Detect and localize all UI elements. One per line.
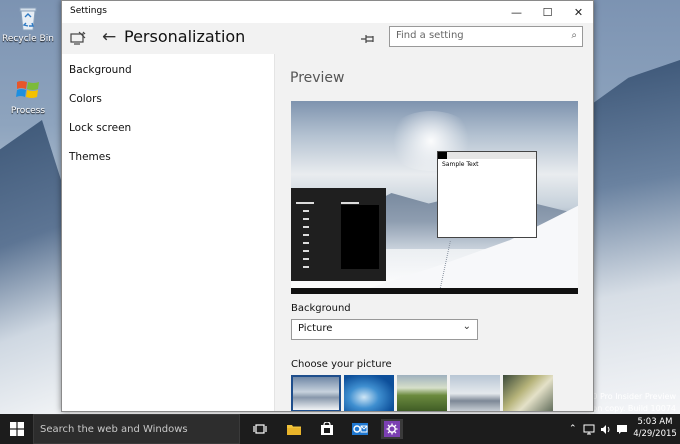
- sidebar-item-lock-screen[interactable]: Lock screen: [69, 122, 131, 134]
- title-bar[interactable]: Settings — ☐ ✕: [62, 1, 593, 23]
- sidebar-item-colors[interactable]: Colors: [69, 93, 102, 105]
- preview-sample-text: Sample Text: [442, 161, 479, 168]
- settings-taskbar-icon[interactable]: [381, 419, 403, 439]
- back-arrow-icon[interactable]: ←: [102, 27, 116, 47]
- preview-menu-line: [303, 234, 309, 236]
- background-dropdown[interactable]: Picture ⌄: [291, 319, 478, 340]
- tray-chevron-icon[interactable]: ⌃: [569, 414, 577, 444]
- picture-thumbnail-selected[interactable]: [291, 375, 341, 411]
- sidebar-item-themes[interactable]: Themes: [69, 151, 111, 163]
- preview-menu-line: [303, 210, 309, 212]
- picture-thumbnail[interactable]: [397, 375, 447, 411]
- wallpaper-mountain-right: [594, 60, 680, 414]
- preview-menu-line: [303, 218, 309, 220]
- sidebar-item-background[interactable]: Background: [69, 64, 132, 76]
- settings-sidebar: Background Colors Lock screen Themes: [62, 54, 275, 411]
- search-icon[interactable]: ⌕: [571, 30, 577, 41]
- settings-header: ← Personalization Find a setting ⌕: [62, 23, 593, 54]
- outlook-icon[interactable]: [350, 419, 370, 439]
- preview-menu-line: [303, 250, 309, 252]
- clock-time: 5:03 AM: [637, 417, 673, 427]
- preview-menu-line: [296, 202, 314, 204]
- recycle-bin-label: Recycle Bin: [2, 34, 54, 44]
- background-dropdown-value: Picture: [298, 323, 333, 334]
- pin-icon[interactable]: [360, 31, 376, 45]
- background-label: Background: [291, 303, 351, 314]
- settings-home-icon[interactable]: [70, 30, 86, 46]
- taskbar-clock[interactable]: 5:03 AM 4/29/2015: [630, 416, 680, 440]
- start-button[interactable]: [0, 414, 33, 444]
- preview-menu-line: [303, 266, 309, 268]
- store-icon[interactable]: [317, 419, 337, 439]
- close-button[interactable]: ✕: [563, 1, 594, 23]
- wallpaper-mountain-left: [0, 120, 70, 414]
- taskbar: Search the web and Windows ⌃ 5:03 AM 4/2…: [0, 414, 680, 444]
- maximize-button[interactable]: ☐: [532, 1, 563, 23]
- desktop-icon-recycle-bin[interactable]: Recycle Bin: [0, 4, 56, 44]
- preview-taskbar: [291, 288, 578, 294]
- watermark-line1: s 10 Pro Insider Preview: [580, 392, 676, 401]
- gear-icon: [384, 421, 400, 437]
- page-title: Personalization: [124, 27, 246, 46]
- preview-accent-block: [438, 152, 447, 159]
- picture-thumbnail[interactable]: [344, 375, 394, 411]
- find-setting-placeholder: Find a setting: [396, 30, 464, 41]
- taskbar-search-box[interactable]: Search the web and Windows: [33, 414, 240, 444]
- picture-thumbnail[interactable]: [450, 375, 500, 411]
- recycle-bin-icon: [14, 4, 42, 32]
- find-setting-search[interactable]: Find a setting ⌕: [389, 26, 583, 47]
- preview-menu-line: [303, 226, 309, 228]
- action-center-icon[interactable]: [616, 414, 628, 444]
- background-preview: Sample Text: [291, 101, 578, 294]
- chevron-down-icon: ⌄: [462, 321, 471, 332]
- preview-sample-window: Sample Text: [437, 151, 537, 238]
- process-label: Process: [10, 106, 46, 116]
- network-icon[interactable]: [583, 414, 595, 444]
- volume-icon[interactable]: [600, 414, 612, 444]
- window-title: Settings: [70, 6, 107, 16]
- taskbar-search-placeholder: Search the web and Windows: [40, 424, 188, 435]
- choose-picture-label: Choose your picture: [291, 359, 392, 370]
- settings-content: Preview Sample Text Background Picture ⌄…: [275, 54, 593, 411]
- windows-logo-icon: [9, 422, 24, 436]
- preview-window-bar: [438, 152, 536, 159]
- windows-flag-icon: [14, 76, 42, 104]
- desktop-icon-process[interactable]: Process: [0, 76, 56, 116]
- preview-tiles: [341, 205, 379, 269]
- task-view-icon[interactable]: [250, 419, 270, 439]
- file-explorer-icon[interactable]: [284, 419, 304, 439]
- preview-heading: Preview: [290, 70, 345, 86]
- minimize-button[interactable]: —: [501, 1, 532, 23]
- settings-window: Settings — ☐ ✕ ← Personalization Find a …: [61, 0, 594, 412]
- preview-start-menu: [291, 188, 386, 281]
- preview-menu-line: [303, 242, 309, 244]
- picture-thumbnail[interactable]: [503, 375, 553, 411]
- preview-menu-line: [303, 258, 309, 260]
- clock-date: 4/29/2015: [633, 429, 677, 439]
- preview-menu-line: [341, 202, 359, 204]
